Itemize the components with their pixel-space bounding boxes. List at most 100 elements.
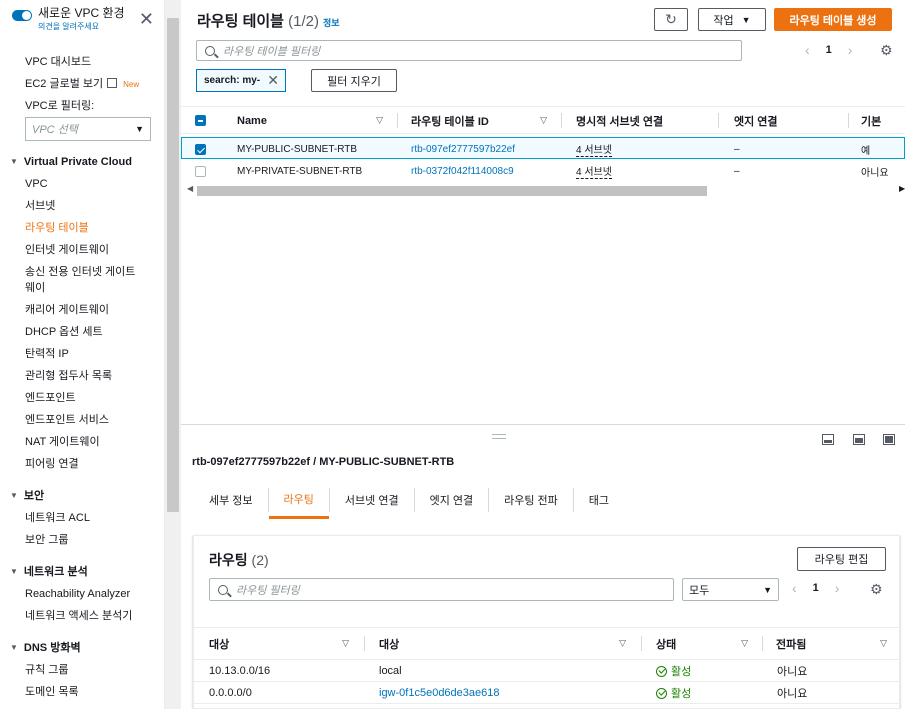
chevron-left-icon[interactable]: ‹ bbox=[792, 580, 797, 596]
refresh-button[interactable]: ↻ bbox=[654, 8, 688, 31]
caret-down-icon: ▼ bbox=[10, 643, 18, 652]
clear-filters-button[interactable]: 필터 지우기 bbox=[311, 69, 397, 92]
sidebar-item-carrier-gateways[interactable]: 캐리어 게이트웨이 bbox=[0, 299, 164, 321]
sidebar-item-network-access-analyzer[interactable]: 네트워크 액세스 분석기 bbox=[0, 605, 164, 627]
routes-card: 라우팅 (2) 라우팅 편집 라우팅 필터링 모두 ▼ ‹ 1 › ⚙ 대상 ▽ 대상 ▽… bbox=[193, 535, 900, 709]
routes-filter[interactable]: 라우팅 필터링 bbox=[209, 578, 674, 601]
tab-subnet-associations[interactable]: 서브넷 연결 bbox=[330, 481, 414, 519]
sidebar-item-route-tables[interactable]: 라우팅 테이블 bbox=[0, 217, 164, 239]
col-status[interactable]: 상태 ▽ bbox=[656, 628, 748, 659]
col-destination[interactable]: 대상 ▽ bbox=[209, 628, 349, 659]
route-target-link[interactable]: igw-0f1c5e0d6de3ae618 bbox=[379, 682, 500, 704]
sidebar-item-rule-groups[interactable]: 규칙 그룹 bbox=[0, 659, 164, 681]
tab-tags[interactable]: 태그 bbox=[574, 481, 624, 519]
sidebar-item-endpoints[interactable]: 엔드포인트 bbox=[0, 387, 164, 409]
sidebar-item-ec2-global-view[interactable]: EC2 글로벌 보기 New bbox=[0, 73, 164, 96]
col-main[interactable]: 기본 bbox=[861, 107, 881, 134]
sidebar-item-subnets[interactable]: 서브넷 bbox=[0, 195, 164, 217]
table-row[interactable]: MY-PUBLIC-SUBNET-RTB rtb-097ef2777597b22… bbox=[181, 137, 905, 159]
sidebar-item-elastic-ips[interactable]: 탄력적 IP bbox=[0, 343, 164, 365]
explicit-subnets-cell: 4 서브넷 bbox=[576, 138, 612, 160]
chevron-left-icon[interactable]: ‹ bbox=[805, 42, 810, 58]
sidebar-item-network-acls[interactable]: 네트워크 ACL bbox=[0, 507, 164, 529]
sidebar-item-dhcp-options[interactable]: DHCP 옵션 세트 bbox=[0, 321, 164, 343]
sidebar-scrollbar-thumb[interactable] bbox=[167, 18, 179, 512]
sidebar-item-internet-gateways[interactable]: 인터넷 게이트웨이 bbox=[0, 239, 164, 261]
new-vpc-experience-toggle[interactable] bbox=[12, 10, 32, 21]
col-name[interactable]: Name ▽ bbox=[237, 107, 383, 134]
scroll-left-icon[interactable]: ◀ bbox=[187, 184, 193, 193]
select-all-checkbox-cell[interactable] bbox=[195, 107, 206, 134]
gear-icon[interactable]: ⚙ bbox=[870, 581, 883, 598]
sidebar-item-vpc-dashboard[interactable]: VPC 대시보드 bbox=[0, 51, 164, 73]
scrollbar-thumb[interactable] bbox=[197, 186, 707, 196]
gear-icon[interactable]: ⚙ bbox=[880, 42, 893, 59]
table-row[interactable]: MY-PRIVATE-SUBNET-RTB rtb-0372f042f11400… bbox=[181, 160, 905, 182]
tab-route-propagation[interactable]: 라우팅 전파 bbox=[489, 481, 573, 519]
caret-down-icon: ▼ bbox=[763, 584, 772, 595]
feedback-link[interactable]: 의견을 알려주세요 bbox=[38, 21, 139, 32]
sidebar-item-reachability-analyzer[interactable]: Reachability Analyzer bbox=[0, 583, 164, 605]
route-table-id-link[interactable]: rtb-0372f042f114008c9 bbox=[411, 160, 514, 182]
sidebar-item-prefix-lists[interactable]: 관리형 접두사 목록 bbox=[0, 365, 164, 387]
routes-count: (2) bbox=[251, 552, 269, 568]
sidebar-item-domain-lists[interactable]: 도메인 목록 bbox=[0, 681, 164, 703]
page-number[interactable]: 1 bbox=[826, 44, 832, 56]
close-icon[interactable]: ✕ bbox=[267, 72, 279, 89]
filter-placeholder: 라우팅 테이블 필터링 bbox=[223, 45, 321, 58]
sidebar-section-security[interactable]: ▼ 보안 bbox=[0, 485, 164, 507]
column-divider bbox=[848, 113, 849, 128]
routes-scope-select[interactable]: 모두 ▼ bbox=[682, 578, 779, 601]
sidebar-section-vpc[interactable]: ▼ Virtual Private Cloud bbox=[0, 151, 164, 173]
sidebar-item-egress-only-igw[interactable]: 송신 전용 인터넷 게이트웨이 bbox=[0, 264, 140, 296]
tab-edge-associations[interactable]: 엣지 연결 bbox=[415, 481, 489, 519]
row-checkbox[interactable] bbox=[195, 143, 206, 155]
chevron-right-icon[interactable]: › bbox=[835, 580, 840, 596]
routes-title: 라우팅 (2) bbox=[209, 550, 269, 570]
info-link[interactable]: 정보 bbox=[323, 18, 340, 28]
scroll-right-icon[interactable]: ▶ bbox=[899, 184, 905, 193]
sidebar-section-dns-firewall[interactable]: ▼ DNS 방화벽 bbox=[0, 637, 164, 659]
col-propagated[interactable]: 전파됨 ▽ bbox=[776, 628, 887, 659]
sort-icon: ▽ bbox=[880, 638, 887, 648]
subnets-popover-trigger[interactable]: 4 서브넷 bbox=[576, 141, 612, 157]
caret-down-icon: ▼ bbox=[10, 491, 18, 500]
page-number[interactable]: 1 bbox=[813, 582, 819, 594]
subnets-popover-trigger[interactable]: 4 서브넷 bbox=[576, 163, 612, 179]
sidebar-item-security-groups[interactable]: 보안 그룹 bbox=[0, 529, 164, 551]
col-edge-associations[interactable]: 엣지 연결 bbox=[734, 107, 778, 134]
sidebar-item-endpoint-services[interactable]: 엔드포인트 서비스 bbox=[0, 409, 164, 431]
close-icon[interactable]: ✕ bbox=[139, 10, 154, 28]
row-checkbox[interactable] bbox=[195, 165, 206, 177]
column-divider bbox=[762, 636, 763, 651]
col-explicit-subnets[interactable]: 명시적 서브넷 연결 bbox=[576, 107, 663, 134]
filter-token[interactable]: search: my- ✕ bbox=[196, 69, 286, 92]
panel-full-icon[interactable] bbox=[883, 434, 895, 445]
route-destination: 10.13.0.0/16 bbox=[209, 665, 271, 677]
sidebar-item-vpc[interactable]: VPC bbox=[0, 173, 164, 195]
sidebar-item-label: EC2 글로벌 보기 bbox=[25, 78, 104, 90]
sidebar-item-nat-gateways[interactable]: NAT 게이트웨이 bbox=[0, 431, 164, 453]
panel-side-icon[interactable] bbox=[853, 434, 865, 445]
row-checkbox-cell[interactable] bbox=[195, 138, 206, 160]
panel-bottom-icon[interactable] bbox=[822, 434, 834, 445]
sidebar-section-network-analysis[interactable]: ▼ 네트워크 분석 bbox=[0, 561, 164, 583]
edit-routes-button[interactable]: 라우팅 편집 bbox=[797, 547, 886, 571]
table-horizontal-scrollbar[interactable]: ◀ ▶ bbox=[181, 184, 905, 198]
tab-routes[interactable]: 라우팅 bbox=[268, 481, 329, 519]
route-status-text: 활성 bbox=[671, 688, 692, 700]
select-all-checkbox[interactable] bbox=[195, 115, 206, 126]
vpc-filter-select[interactable]: VPC 선택 ▼ bbox=[25, 117, 151, 141]
sidebar-item-peering[interactable]: 피어링 연결 bbox=[0, 453, 164, 475]
col-target[interactable]: 대상 ▽ bbox=[379, 628, 626, 659]
actions-button[interactable]: 작업 ▼ bbox=[698, 8, 766, 31]
chevron-right-icon[interactable]: › bbox=[848, 42, 853, 58]
col-route-table-id[interactable]: 라우팅 테이블 ID ▽ bbox=[411, 107, 547, 134]
route-table-filter[interactable]: 라우팅 테이블 필터링 bbox=[196, 40, 742, 61]
create-route-table-button[interactable]: 라우팅 테이블 생성 bbox=[774, 8, 892, 31]
tab-details[interactable]: 세부 정보 bbox=[194, 481, 268, 519]
row-checkbox-cell[interactable] bbox=[195, 160, 206, 182]
column-divider bbox=[718, 113, 719, 128]
drag-handle-icon[interactable] bbox=[492, 434, 506, 439]
route-table-id-link[interactable]: rtb-097ef2777597b22ef bbox=[411, 138, 515, 160]
